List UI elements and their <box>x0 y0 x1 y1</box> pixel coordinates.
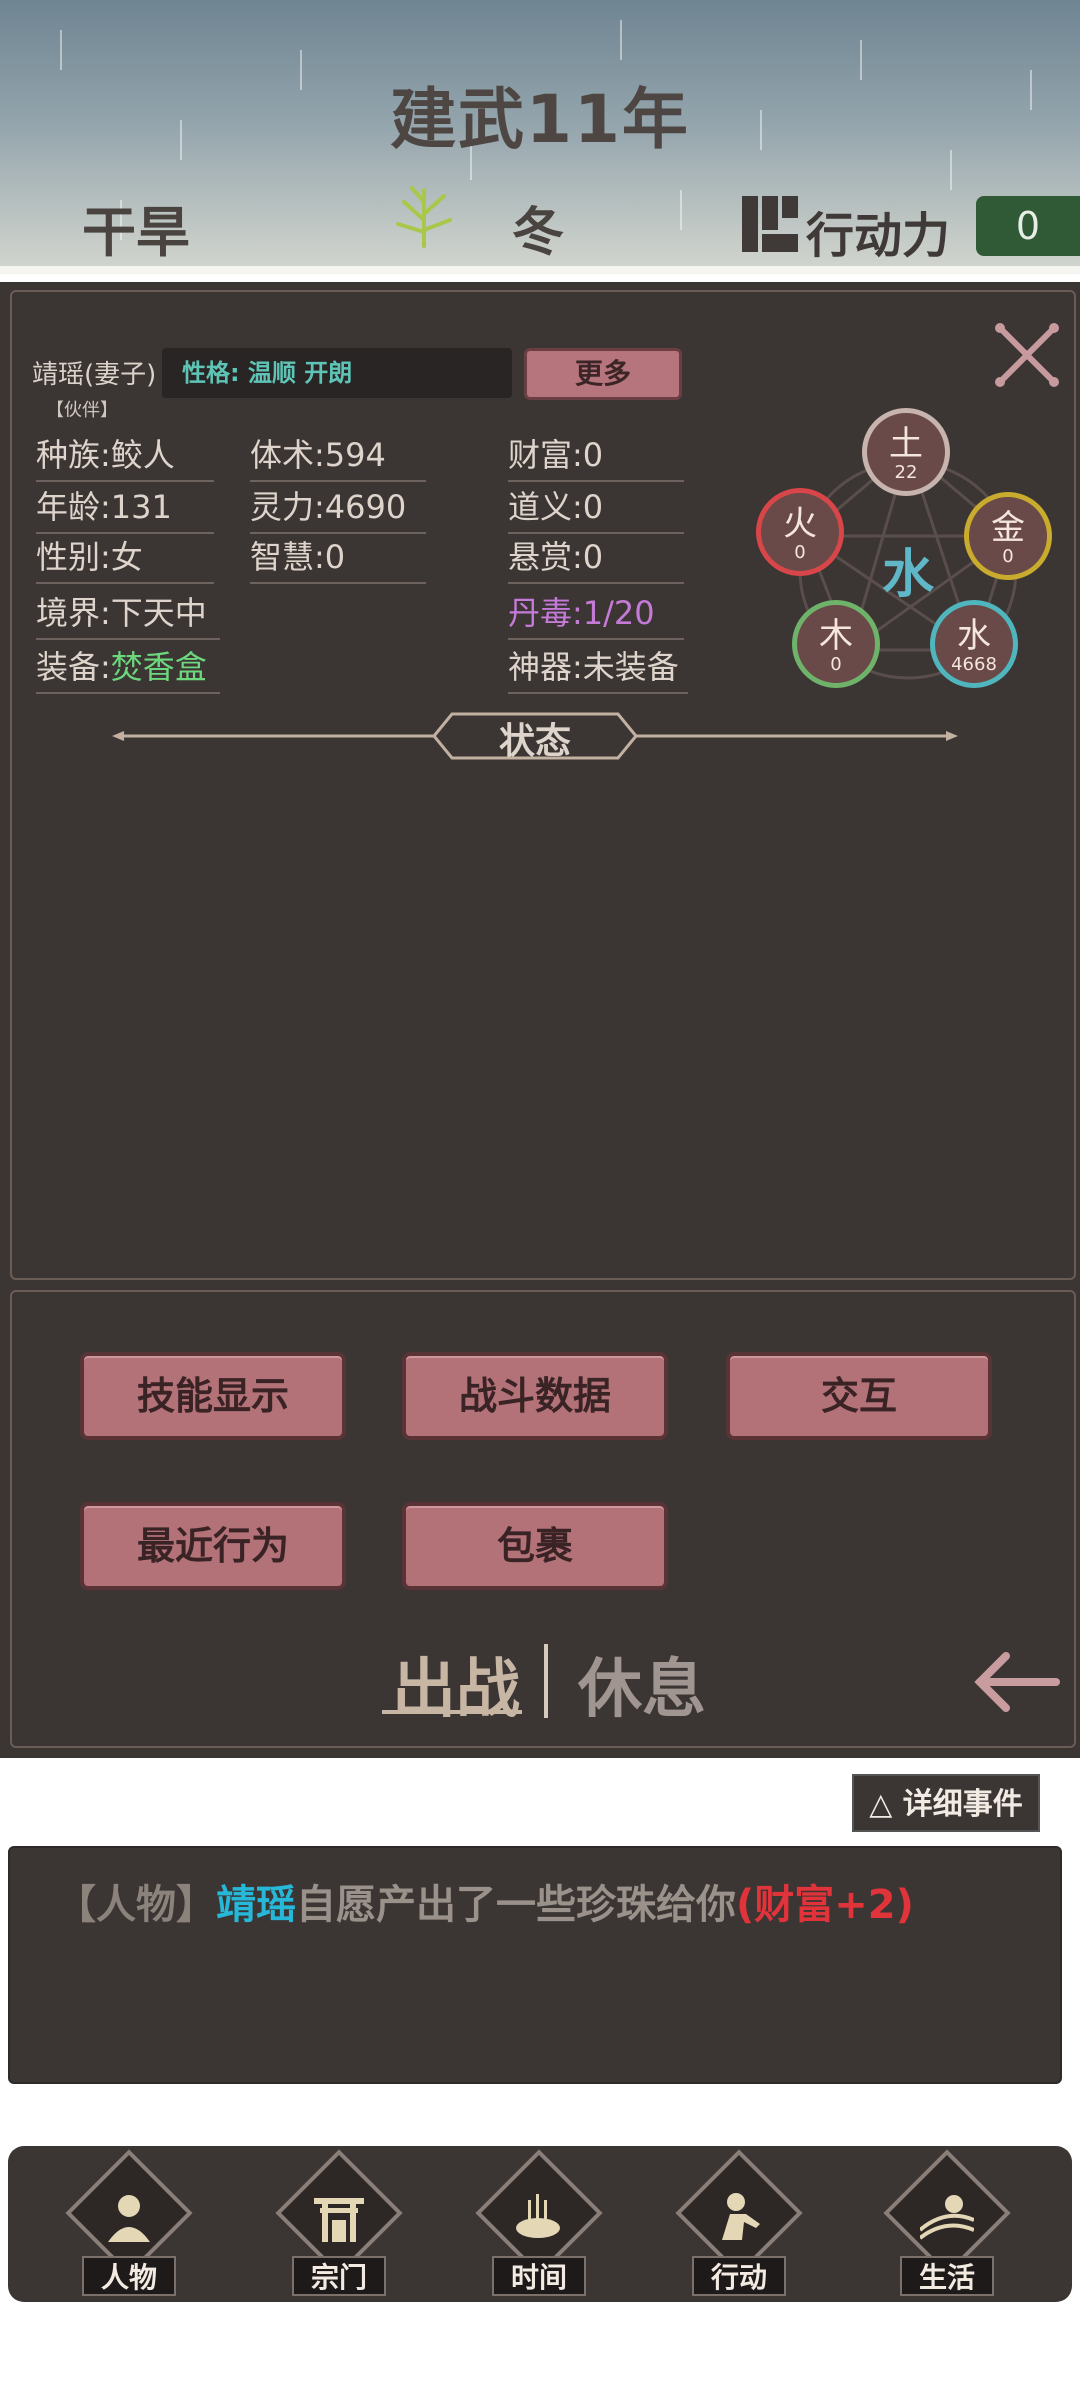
top-header: 建武11年 干旱 冬 行动力 0 <box>0 0 1080 272</box>
element-earth-name: 土 <box>889 424 923 464</box>
close-icon[interactable] <box>992 320 1062 390</box>
character-name: 靖瑶(妻子) <box>32 360 157 390</box>
nav-label-time: 时间 <box>492 2256 586 2296</box>
incense-icon <box>516 2194 560 2238</box>
role-tag: 【伙伴】 <box>46 400 118 421</box>
nav-item-sect[interactable]: 宗门 <box>264 2149 414 2300</box>
season-label: 冬 <box>512 203 565 263</box>
recent-actions-button[interactable]: 最近行为 <box>80 1502 346 1590</box>
main-element: 水 <box>882 545 935 605</box>
element-earth: 土 22 <box>862 408 950 496</box>
element-wood-value: 0 <box>830 654 842 675</box>
status-title: 状态 <box>498 721 571 762</box>
rest-toggle[interactable]: 休息 <box>578 1638 706 1730</box>
equipment-label: 装备: <box>36 648 111 686</box>
event-body: 自愿产出了一些珍珠给你 <box>296 1882 736 1928</box>
action-power-value: 0 <box>976 196 1080 256</box>
deploy-toggle[interactable]: 出战 <box>392 1638 520 1730</box>
interact-button[interactable]: 交互 <box>726 1352 992 1440</box>
nav-label-sect: 宗门 <box>292 2256 386 2296</box>
person-icon <box>108 2195 150 2242</box>
stat-bounty: 悬赏:0 <box>508 532 684 584</box>
more-button[interactable]: 更多 <box>524 348 682 400</box>
element-metal: 金 0 <box>964 492 1052 580</box>
weather-label: 干旱 <box>82 201 190 264</box>
element-fire-name: 火 <box>783 504 817 544</box>
stat-physique: 体术:594 <box>250 430 426 482</box>
gate-icon <box>314 2198 364 2242</box>
five-elements-chart: 土 22 火 0 金 0 木 0 水 4668 水 <box>742 396 1062 716</box>
stat-wisdom: 智慧:0 <box>250 532 426 584</box>
year-title: 建武11年 <box>390 81 690 158</box>
event-reward: (财富+2) <box>736 1882 914 1928</box>
stat-age: 年龄:131 <box>36 482 214 534</box>
calendar-icon <box>742 196 798 252</box>
bag-button[interactable]: 包裹 <box>402 1502 668 1590</box>
nav-item-character[interactable]: 人物 <box>54 2149 204 2300</box>
element-water: 水 4668 <box>930 600 1018 688</box>
nav-label-action: 行动 <box>692 2256 786 2296</box>
stat-righteousness: 道义:0 <box>508 482 684 534</box>
header-divider <box>0 266 1080 274</box>
element-water-name: 水 <box>957 616 991 656</box>
element-earth-value: 22 <box>894 462 918 483</box>
element-fire-value: 0 <box>794 542 806 563</box>
battle-data-button[interactable]: 战斗数据 <box>402 1352 668 1440</box>
stat-spirit: 灵力:4690 <box>250 482 426 534</box>
event-log-entry: 【人物】靖瑶自愿产出了一些珍珠给你(财富+2) <box>56 1872 914 1930</box>
stat-gender: 性别:女 <box>36 532 214 584</box>
element-fire: 火 0 <box>756 488 844 576</box>
nav-item-time[interactable]: 时间 <box>464 2149 614 2300</box>
skills-button[interactable]: 技能显示 <box>80 1352 346 1440</box>
deploy-underline <box>382 1710 522 1714</box>
element-metal-value: 0 <box>1002 546 1014 567</box>
nav-label-character: 人物 <box>82 2256 176 2296</box>
element-wood: 木 0 <box>792 600 880 688</box>
toggle-separator <box>544 1644 548 1718</box>
detail-events-button[interactable]: △ 详细事件 <box>852 1774 1040 1832</box>
nav-item-life[interactable]: 生活 <box>872 2149 1022 2300</box>
nav-label-life: 生活 <box>900 2256 994 2296</box>
field-icon <box>920 2195 974 2240</box>
stat-equipment[interactable]: 装备:焚香盒 <box>36 642 220 694</box>
stat-artifact: 神器:未装备 <box>508 642 688 694</box>
personality-field: 性格: 温顺 开朗 <box>162 348 512 398</box>
back-arrow-icon[interactable] <box>972 1650 1062 1714</box>
event-tag: 【人物】 <box>56 1882 216 1928</box>
nav-item-action[interactable]: 行动 <box>664 2149 814 2300</box>
action-power-label: 行动力 <box>806 208 951 264</box>
element-water-value: 4668 <box>951 654 997 675</box>
stat-wealth: 财富:0 <box>508 430 684 482</box>
stat-realm: 境界:下天中 <box>36 588 220 640</box>
stat-pill-toxicity: 丹毒:1/20 <box>508 588 684 640</box>
plant-icon <box>396 186 452 248</box>
stat-race: 种族:鲛人 <box>36 430 214 482</box>
action-icon <box>722 2193 760 2240</box>
status-divider: 状态 <box>112 710 958 762</box>
element-metal-name: 金 <box>991 508 1025 548</box>
element-wood-name: 木 <box>819 616 853 656</box>
equipment-value[interactable]: 焚香盒 <box>111 648 207 686</box>
event-character-name[interactable]: 靖瑶 <box>216 1882 296 1928</box>
